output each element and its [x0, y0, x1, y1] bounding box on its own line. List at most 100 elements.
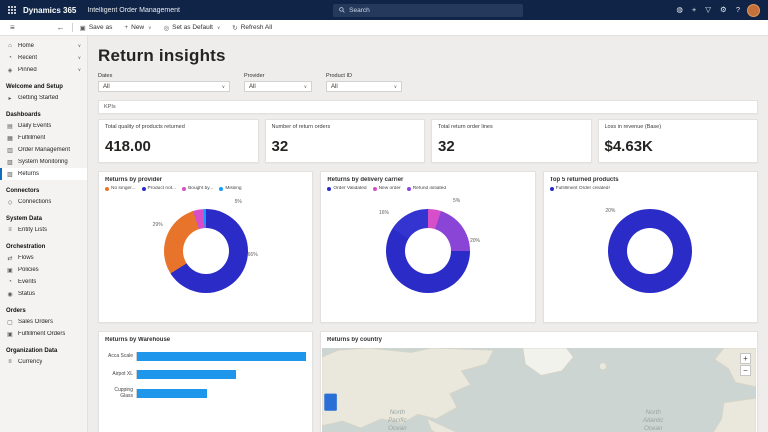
sidebar-item-label: Fulfillment: [18, 135, 45, 141]
ocean-label: North: [646, 409, 662, 416]
sidebar-item-label: Fulfillment Orders: [18, 331, 65, 337]
sidebar-item-sales-orders[interactable]: ▢Sales Orders: [0, 316, 87, 328]
sidebar-item-home[interactable]: ⌂Home∨: [0, 40, 87, 52]
data-label: 66%: [248, 252, 258, 258]
kpi-label: Total quality of products returned: [105, 124, 252, 130]
main-content: Return insights DatesAll∨ProviderAll∨Pro…: [88, 36, 768, 432]
back-button[interactable]: ←: [57, 23, 65, 32]
chart-card-returns-by-warehouse: Returns by Warehouse Acca ScaleAirpot XL…: [98, 331, 313, 432]
bar-row: Airpot XL: [105, 370, 306, 379]
command-set-as-default[interactable]: ◎Set as Default ∨: [163, 24, 220, 32]
settings-icon[interactable]: ⚙: [720, 6, 727, 14]
bar-row: Cupping Glass: [105, 388, 306, 400]
sidebar-item-label: Daily Events: [18, 123, 51, 129]
map-canvas[interactable]: North Pacific Ocean North Atlantic Ocean…: [322, 348, 756, 432]
sidebar-item-recent[interactable]: ◔Recent∨: [0, 52, 87, 64]
data-label: 16%: [379, 210, 389, 216]
map-zoom-controls: + −: [740, 353, 751, 376]
sidebar-item-label: Events: [18, 279, 36, 285]
fulfillment-orders-icon: ▣: [6, 331, 14, 338]
help-icon[interactable]: ?: [736, 6, 740, 14]
kpi-label: Total return order lines: [438, 124, 585, 130]
getting-started-icon: ▸: [6, 95, 14, 102]
filter-dropdown-dates[interactable]: All∨: [98, 81, 230, 92]
chart-legend: Order ValidatedNew orderRefund initiated: [327, 186, 528, 191]
sidebar-item-label: Sales Orders: [18, 319, 53, 325]
sidebar-item-label: Returns: [18, 171, 39, 177]
kpi-section-header[interactable]: KPIs: [98, 100, 758, 114]
sidebar-item-pinned[interactable]: ◈Pinned∨: [0, 64, 87, 76]
status-icon: ◉: [6, 291, 14, 298]
highlighted-country[interactable]: [324, 394, 337, 411]
filter-product-id: Product IDAll∨: [326, 73, 402, 92]
set-default-icon: ◎: [163, 24, 169, 32]
brand-title: Dynamics 365: [23, 6, 76, 15]
sidebar-item-currency[interactable]: ¤Currency: [0, 356, 87, 368]
zoom-in-button[interactable]: +: [740, 353, 751, 364]
sidebar-item-connections[interactable]: ◇Connections: [0, 196, 87, 208]
chart-legend: No longer...Product not...Bought by...Mi…: [105, 186, 306, 191]
sidebar-item-label: Currency: [18, 359, 42, 365]
world-map: North Pacific Ocean North Atlantic Ocean: [322, 348, 756, 432]
sidebar-item-events[interactable]: ◔ Events: [0, 276, 87, 288]
legend-label: No longer...: [111, 186, 136, 191]
connections-icon: ◇: [6, 199, 14, 206]
pin-icon: ◈: [6, 67, 14, 74]
events-icon: ◔: [6, 279, 14, 285]
sidebar-item-status[interactable]: ◉Status: [0, 288, 87, 300]
legend-dot: [219, 187, 223, 191]
global-search-input[interactable]: Search: [333, 4, 523, 17]
sidebar-item-fulfillment-orders[interactable]: ▣ Fulfillment Orders: [0, 328, 87, 340]
data-label: 20%: [470, 238, 480, 244]
command-save-as[interactable]: ▣Save as: [80, 24, 113, 32]
sidebar-item-label: Flows: [18, 255, 34, 261]
filter-icon[interactable]: ▽: [705, 6, 711, 14]
bar-track: [136, 389, 306, 398]
sidebar-item-order-management[interactable]: ▥Order Management: [0, 144, 87, 156]
kpi-label: Loss in revenue (Base): [605, 124, 752, 130]
legend-dot: [105, 187, 109, 191]
site-navigation-sidebar: ⌂Home∨◔Recent∨◈Pinned∨Welcome and Setup▸…: [0, 36, 88, 432]
quick-launch-icon[interactable]: ◍: [676, 6, 683, 14]
ocean-label: Pacific: [388, 417, 407, 424]
add-icon: +: [124, 24, 128, 31]
sidebar-item-flows[interactable]: ⇄Flows: [0, 252, 87, 264]
sidebar-item-entity-lists[interactable]: ≡Entity Lists: [0, 224, 87, 236]
legend-dot: [142, 187, 146, 191]
waffle-menu-icon[interactable]: [8, 6, 16, 14]
command-new[interactable]: +New∨: [124, 24, 151, 31]
filter-provider: ProviderAll∨: [244, 73, 312, 92]
chevron-down-icon: ∨: [217, 25, 220, 31]
sidebar-item-getting-started[interactable]: ▸Getting Started: [0, 92, 87, 104]
add-icon[interactable]: +: [692, 6, 696, 14]
bar-track: [136, 370, 306, 379]
sidebar-item-fulfillment[interactable]: ▦Fulfillment: [0, 132, 87, 144]
zoom-out-button[interactable]: −: [740, 365, 751, 376]
filter-dropdown-product-id[interactable]: All∨: [326, 81, 402, 92]
filter-label: Dates: [98, 73, 230, 79]
sidebar-item-returns[interactable]: ▨Returns: [0, 168, 87, 180]
sidebar-item-label: Policies: [18, 267, 39, 273]
chart-card-returns-by-provider: Returns by providerNo longer...Product n…: [98, 171, 313, 323]
divider: [72, 23, 73, 32]
sidebar-item-label: Recent: [18, 55, 37, 61]
sidebar-group-title: Welcome and Setup: [0, 76, 87, 92]
sidebar-item-system-monitoring[interactable]: ▧System Monitoring: [0, 156, 87, 168]
hamburger-menu-icon[interactable]: ≡: [10, 23, 15, 32]
ocean-label: Ocean: [644, 425, 663, 432]
sidebar-item-policies[interactable]: ▣Policies: [0, 264, 87, 276]
app-name: Intelligent Order Management: [87, 7, 180, 14]
sidebar-item-daily-events[interactable]: ▤Daily Events: [0, 120, 87, 132]
sidebar-group-title: Organization Data: [0, 340, 87, 356]
data-label: 20%: [605, 208, 615, 214]
data-label: 5%: [453, 198, 460, 204]
chevron-down-icon: ∨: [222, 84, 225, 90]
command-label: Set as Default: [172, 24, 213, 31]
legend-label: Bought by...: [188, 186, 213, 191]
chevron-down-icon: ∨: [78, 67, 81, 73]
user-avatar[interactable]: [747, 4, 760, 17]
dashboard-icon: ▥: [6, 147, 14, 154]
bar-chart: Acca ScaleAirpot XLCupping Glass: [105, 352, 306, 400]
filter-dropdown-provider[interactable]: All∨: [244, 81, 312, 92]
command-refresh-all[interactable]: ↻Refresh All: [232, 24, 272, 32]
